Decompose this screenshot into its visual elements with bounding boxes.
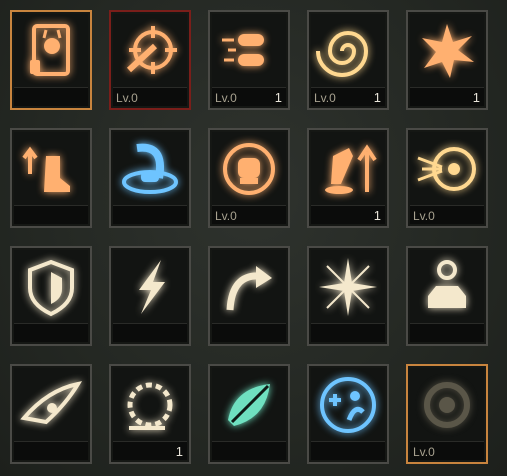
skill-slot[interactable]: Lv.0 1 [307,10,389,110]
skill-slot[interactable]: Lv.0 [406,364,488,464]
count-label: 1 [472,90,480,105]
slot-info-bar: Lv.0 1 [311,87,385,106]
crosshair-bullet-icon [113,14,187,88]
count-label: 1 [373,90,381,105]
slot-info-bar: Lv.0 [113,87,187,106]
ice-splash-icon [113,132,187,206]
slot-info-bar [14,87,88,106]
locked-emblem-icon [410,368,484,442]
flask-upgrade-icon [311,132,385,206]
count-label: 1 [373,208,381,223]
slot-info-bar: Lv.0 [212,205,286,224]
skill-slot[interactable] [307,246,389,346]
slot-info-bar [14,441,88,460]
swirl-vortex-icon [311,14,385,88]
skill-slot[interactable] [208,246,290,346]
slot-info-bar: 1 [410,87,484,106]
skill-slot[interactable]: 1 [307,128,389,228]
skill-slot[interactable] [10,128,92,228]
skill-slot[interactable] [10,246,92,346]
thorn-ring-icon [113,368,187,442]
slot-info-bar: Lv.0 [410,205,484,224]
skill-slot[interactable] [406,246,488,346]
starburst-icon [311,250,385,324]
heal-figure-icon [311,368,385,442]
level-label: Lv.0 [413,445,435,459]
slot-info-bar: 1 [113,441,187,460]
poison-leaf-icon [212,368,286,442]
eagle-eye-icon [14,368,88,442]
level-label: Lv.0 [413,209,435,223]
count-label: 1 [274,90,282,105]
skill-slot[interactable] [10,364,92,464]
shield-icon [14,250,88,324]
skill-slot[interactable]: Lv.0 [109,10,191,110]
boot-upgrade-icon [14,132,88,206]
lightning-bolt-icon [113,250,187,324]
skill-slot[interactable]: 1 [406,10,488,110]
skill-slot[interactable]: Lv.0 [208,128,290,228]
level-label: Lv.0 [314,91,336,105]
slot-info-bar [113,205,187,224]
slot-info-bar: 1 [311,205,385,224]
fire-fist-icon [212,132,286,206]
skill-slot[interactable] [10,10,92,110]
skill-slot[interactable] [208,364,290,464]
skill-slot[interactable]: Lv.0 1 [208,10,290,110]
skill-slot[interactable] [109,128,191,228]
slot-info-bar [311,323,385,342]
skill-slot[interactable] [307,364,389,464]
slot-info-bar [311,441,385,460]
explosion-burst-icon [410,14,484,88]
slot-info-bar [212,441,286,460]
demon-card-icon [14,14,88,88]
skill-slot[interactable]: 1 [109,364,191,464]
skill-slot[interactable] [109,246,191,346]
slot-info-bar: Lv.0 [410,441,484,460]
slot-info-bar [212,323,286,342]
level-label: Lv.0 [215,91,237,105]
slot-info-bar [410,323,484,342]
slot-info-bar: Lv.0 1 [212,87,286,106]
skill-grid: Lv.0 Lv.0 1 Lv.0 1 1 Lv.0 1 Lv.0 1 Lv.0 [0,0,507,476]
curved-arrow-icon [212,250,286,324]
count-label: 1 [175,444,183,459]
level-label: Lv.0 [215,209,237,223]
speeding-bullets-icon [212,14,286,88]
anvil-gem-icon [410,250,484,324]
skill-slot[interactable]: Lv.0 [406,128,488,228]
level-label: Lv.0 [116,91,138,105]
slot-info-bar [14,205,88,224]
slot-info-bar [14,323,88,342]
target-blast-icon [410,132,484,206]
slot-info-bar [113,323,187,342]
